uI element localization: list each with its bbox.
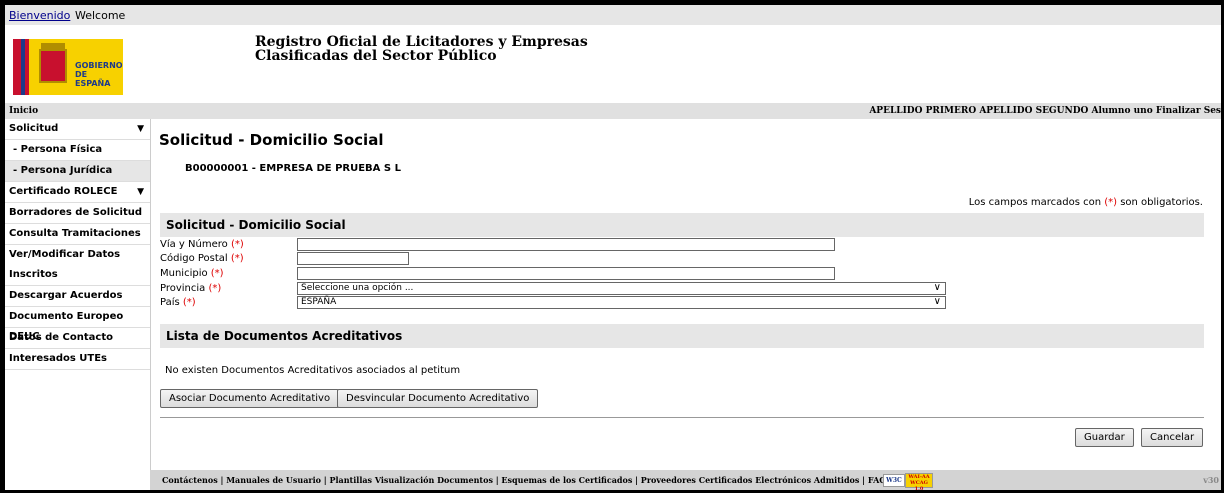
chevron-down-icon: ∨ (933, 296, 941, 307)
header: GOBIERNO DE ESPAÑA Registro Oficial de L… (5, 25, 1221, 103)
logo-flag-stripe (13, 39, 21, 95)
sidebar-item-consulta[interactable]: Consulta Tramitaciones (5, 224, 150, 245)
wai-line2: WCAG 1.0 (910, 480, 928, 490)
desvincular-documento-button[interactable]: Desvincular Documento Acreditativo (337, 389, 539, 408)
site-title-line1: Registro Oficial de Licitadores y Empres… (255, 34, 588, 50)
page-title: Solicitud - Domicilio Social (159, 131, 384, 149)
via-label: Vía y Número (*) (160, 239, 244, 250)
sidebar-item-label: Borradores de Solicitud (9, 207, 143, 218)
sidebar-item-persona-juridica[interactable]: - Persona Jurídica (5, 161, 150, 182)
sidebar-item-label: - Persona Jurídica (13, 165, 113, 176)
chevron-down-icon[interactable]: ▼ (137, 119, 144, 139)
required-note-pre: Los campos marcados con (968, 197, 1105, 208)
site-title: Registro Oficial de Licitadores y Empres… (255, 35, 588, 63)
sidebar: Solicitud ▼ - Persona Física - Persona Ju… (5, 119, 151, 490)
required-mark: (*) (230, 253, 244, 264)
provincia-label: Provincia (*) (160, 283, 221, 294)
codigo-postal-input[interactable] (297, 252, 409, 265)
sidebar-item-label: Consulta Tramitaciones (9, 228, 141, 239)
wai-aa-badge-icon[interactable]: WAI-AA WCAG 1.0 (905, 473, 933, 490)
sidebar-item-interesados-utes[interactable]: Interesados UTEs (5, 349, 150, 370)
cp-label: Código Postal (*) (160, 253, 244, 264)
bienvenido-link[interactable]: Bienvenido (9, 9, 70, 22)
empresa-label: B00000001 - EMPRESA DE PRUEBA S L (185, 163, 401, 174)
footer: Contáctenos | Manuales de Usuario | Plan… (150, 470, 1221, 490)
version-label: v30 (1203, 475, 1219, 485)
provincia-select-value: Seleccione una opción ... (301, 283, 414, 293)
site-title-line2: Clasificadas del Sector Público (255, 48, 497, 64)
top-bar: Bienvenido Welcome (5, 5, 1221, 25)
pais-label-text: País (160, 297, 183, 308)
sidebar-item-label: Solicitud (9, 123, 59, 134)
logo-flag-stripe (25, 39, 29, 95)
sidebar-item-certificado-rolece[interactable]: Certificado ROLECE ▼ (5, 182, 150, 203)
divider (160, 417, 1204, 418)
sidebar-item-label: Certificado ROLECE (9, 186, 118, 197)
coat-of-arms-icon (39, 49, 67, 83)
cp-label-text: Código Postal (160, 253, 231, 264)
pais-select[interactable]: ESPAÑA ∨ (297, 296, 946, 309)
w3c-badge-icon[interactable]: W3C (883, 474, 905, 487)
municipio-input[interactable] (297, 267, 835, 280)
section-header-documentos: Lista de Documentos Acreditativos (160, 324, 1204, 348)
pais-select-value: ESPAÑA (301, 297, 337, 307)
required-note: Los campos marcados con (*) son obligato… (969, 197, 1203, 208)
sidebar-item-documento-deuc[interactable]: Documento Europeo DEUC (5, 307, 150, 342)
required-note-post: son obligatorios. (1117, 197, 1203, 208)
sidebar-item-borradores[interactable]: Borradores de Solicitud (5, 203, 150, 224)
main-content: Solicitud - Domicilio Social B00000001 -… (155, 119, 1221, 459)
sidebar-item-ver-modificar[interactable]: Ver/Modificar Datos Inscritos (5, 245, 150, 286)
sidebar-item-solicitud[interactable]: Solicitud ▼ (5, 119, 150, 140)
user-info: APELLIDO PRIMERO APELLIDO SEGUNDO Alumno… (869, 106, 1221, 116)
sidebar-item-label: - Persona Física (13, 144, 103, 155)
section-header-domicilio: Solicitud - Domicilio Social (160, 213, 1204, 237)
chevron-down-icon[interactable]: ▼ (137, 182, 144, 202)
inicio-link[interactable]: Inicio (9, 106, 38, 116)
provincia-label-text: Provincia (160, 283, 209, 294)
sidebar-item-label: Datos de Contacto (9, 332, 113, 343)
sidebar-item-descargar-acuerdos[interactable]: Descargar Acuerdos (5, 286, 150, 307)
required-mark: (*) (208, 283, 222, 294)
welcome-text: Welcome (75, 9, 126, 22)
required-mark: (*) (1104, 197, 1118, 208)
provincia-select[interactable]: Seleccione una opción ... ∨ (297, 282, 946, 295)
municipio-label: Municipio (*) (160, 268, 224, 279)
required-mark: (*) (210, 268, 224, 279)
cancelar-button[interactable]: Cancelar (1141, 428, 1204, 447)
logout-link[interactable]: Finalizar Ses (1156, 106, 1221, 116)
guardar-button[interactable]: Guardar (1075, 428, 1134, 447)
required-mark: (*) (230, 239, 244, 250)
gobierno-logo[interactable]: GOBIERNO DE ESPAÑA (13, 39, 123, 95)
sidebar-item-datos-contacto[interactable]: Datos de Contacto (5, 328, 150, 349)
nav-bar: Inicio APELLIDO PRIMERO APELLIDO SEGUNDO… (5, 103, 1221, 119)
via-label-text: Vía y Número (160, 239, 231, 250)
chevron-down-icon: ∨ (933, 282, 941, 293)
app-frame: Bienvenido Welcome GOBIERNO DE ESPAÑA Re… (5, 5, 1221, 490)
asociar-documento-button[interactable]: Asociar Documento Acreditativo (160, 389, 340, 408)
sidebar-item-label: Interesados UTEs (9, 353, 108, 364)
required-mark: (*) (182, 297, 196, 308)
user-name: APELLIDO PRIMERO APELLIDO SEGUNDO Alumno… (869, 106, 1153, 116)
sidebar-item-persona-fisica[interactable]: - Persona Física (5, 140, 150, 161)
no-documents-message: No existen Documentos Acreditativos asoc… (165, 365, 461, 376)
sidebar-item-label: Descargar Acuerdos (9, 290, 123, 301)
via-input[interactable] (297, 238, 835, 251)
sidebar-item-label: Ver/Modificar Datos Inscritos (9, 249, 121, 280)
footer-links[interactable]: Contáctenos | Manuales de Usuario | Plan… (162, 470, 886, 490)
logo-text-line2: DE ESPAÑA (75, 70, 111, 88)
logo-text-line1: GOBIERNO (75, 61, 123, 70)
municipio-label-text: Municipio (160, 268, 211, 279)
pais-label: País (*) (160, 297, 196, 308)
